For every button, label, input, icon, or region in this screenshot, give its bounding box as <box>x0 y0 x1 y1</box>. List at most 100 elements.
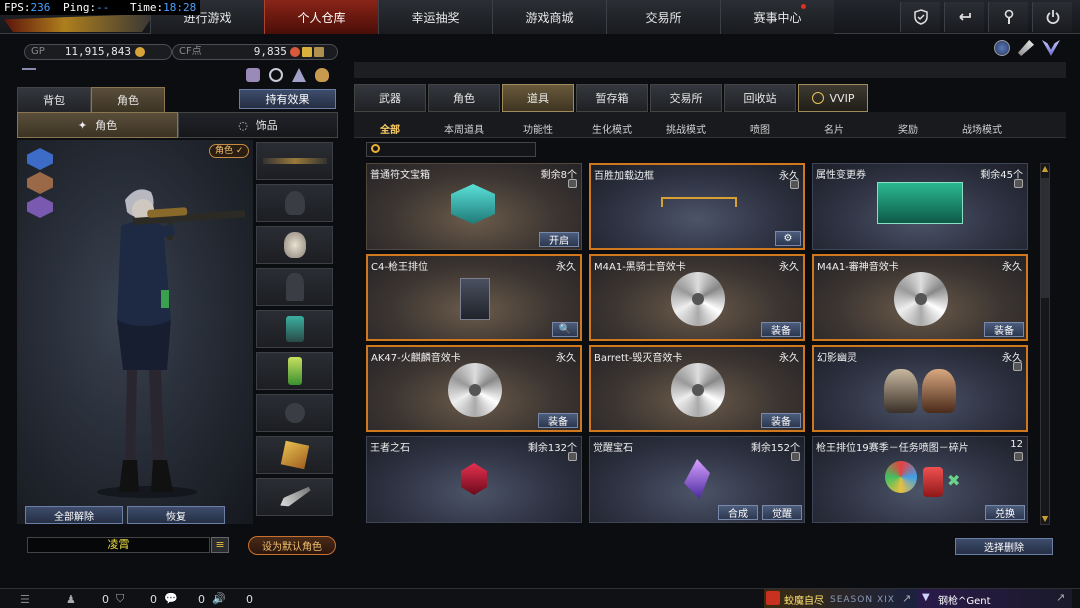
equip-button[interactable]: 装备 <box>761 413 801 428</box>
awaken-button[interactable]: 觉醒 <box>762 505 802 520</box>
filter-weekly[interactable]: 本周道具 <box>432 118 496 138</box>
item-card[interactable]: 幻影幽灵 永久 <box>812 345 1028 432</box>
item-card[interactable]: C4-枪王排位 永久 🔍 <box>366 254 582 341</box>
power-icon[interactable] <box>1032 2 1072 32</box>
slot-primary-weapon[interactable] <box>256 142 333 180</box>
lock-icon[interactable] <box>1014 452 1023 461</box>
filter-all[interactable]: 全部 <box>360 118 420 138</box>
rotate-icon[interactable] <box>269 68 283 82</box>
equip-button[interactable]: 装备 <box>761 322 801 337</box>
category-tab-vvip[interactable]: VVIP <box>798 84 868 112</box>
nav-tab-inventory[interactable]: 个人仓库 <box>264 0 378 34</box>
expand-icon[interactable]: ↗ <box>1056 591 1065 604</box>
subtab-accessory[interactable]: ◌ 饰品 <box>178 112 338 138</box>
item-card[interactable]: AK47-火麒麟音效卡 永久 装备 <box>366 345 582 432</box>
item-card[interactable]: 枪王排位19赛季－任务喷图－碎片 12 ✖ 兑换 <box>812 436 1028 523</box>
nav-tab-events[interactable]: 赛事中心 <box>720 0 834 34</box>
tab-backpack[interactable]: 背包 <box>17 87 91 113</box>
search-input[interactable] <box>366 142 536 157</box>
subtab-character[interactable]: ✦ 角色 <box>17 112 178 138</box>
expand-icon[interactable]: ↗ <box>902 592 911 605</box>
brush-icon[interactable] <box>1018 40 1034 56</box>
lock-icon[interactable] <box>790 180 799 189</box>
globe-icon[interactable] <box>994 40 1010 56</box>
category-tab-characters[interactable]: 角色 <box>428 84 500 112</box>
refresh-cf-icon[interactable] <box>313 47 324 57</box>
category-tab-weapons[interactable]: 武器 <box>354 84 426 112</box>
lock-icon[interactable] <box>791 452 800 461</box>
lock-icon[interactable] <box>1013 362 1022 371</box>
lock-icon[interactable] <box>1014 179 1023 188</box>
purple-emblem-icon[interactable] <box>27 196 53 218</box>
character-preview[interactable]: 角色 ✓ <box>17 140 253 524</box>
lock-icon[interactable] <box>568 452 577 461</box>
item-card[interactable]: M4A1-黑骑士音效卡 永久 装备 <box>589 254 805 341</box>
lock-icon[interactable] <box>568 179 577 188</box>
slot-drink[interactable] <box>256 352 333 390</box>
unequip-all-button[interactable]: 全部解除 <box>25 506 123 524</box>
scroll-thumb[interactable] <box>1041 178 1049 298</box>
item-card[interactable]: 百胜加载边框 永久 ⚙ <box>589 163 805 250</box>
filter-battlefield[interactable]: 战场模式 <box>950 118 1014 138</box>
item-card[interactable]: 普通符文宝箱 剩余8个 开启 <box>366 163 582 250</box>
brown-emblem-icon[interactable] <box>27 172 53 194</box>
filter-zombie[interactable]: 生化模式 <box>580 118 644 138</box>
scroll-up-icon[interactable] <box>1041 166 1049 172</box>
filter-challenge[interactable]: 挑战模式 <box>654 118 718 138</box>
nav-tab-shop[interactable]: 游戏商城 <box>492 0 606 34</box>
slot-mask[interactable] <box>256 226 333 264</box>
add-cf-icon[interactable] <box>301 47 312 57</box>
item-card[interactable]: Barrett-毁灭音效卡 永久 装备 <box>589 345 805 432</box>
category-tab-items[interactable]: 道具 <box>502 84 574 112</box>
item-card[interactable]: 觉醒宝石 剩余152个 合成 觉醒 <box>589 436 805 523</box>
scroll-down-icon[interactable] <box>1041 516 1049 522</box>
redeem-button[interactable]: 兑换 <box>985 505 1025 520</box>
category-tab-exchange[interactable]: 交易所 <box>650 84 722 112</box>
item-card[interactable]: M4A1-審神音效卡 永久 装备 <box>812 254 1028 341</box>
category-tab-recycle[interactable]: 回收站 <box>724 84 796 112</box>
filter-spray[interactable]: 喷图 <box>728 118 792 138</box>
wrench-icon[interactable] <box>988 2 1028 32</box>
players-icon: ♟ <box>66 593 76 606</box>
scrollbar[interactable] <box>1040 163 1050 525</box>
notification-ticker[interactable]: 蛟魔自尽 SEASON XIX <box>764 589 920 608</box>
equip-button[interactable]: 装备 <box>538 413 578 428</box>
settings-button[interactable]: ⚙ <box>775 231 801 246</box>
filter-functional[interactable]: 功能性 <box>506 118 570 138</box>
restore-button[interactable]: 恢复 <box>127 506 225 524</box>
helmet-placeholder-icon <box>284 191 305 215</box>
filter-namecard[interactable]: 名片 <box>802 118 866 138</box>
slot-knife[interactable] <box>256 478 333 516</box>
slot-empty-grenade[interactable] <box>256 394 333 432</box>
filter-reward[interactable]: 奖励 <box>876 118 940 138</box>
item-card[interactable]: 属性变更券 剩余45个 <box>812 163 1028 250</box>
return-icon[interactable] <box>944 2 984 32</box>
tab-character[interactable]: 角色 <box>91 87 165 113</box>
bag-icon[interactable] <box>315 68 329 82</box>
held-effects-button[interactable]: 持有效果 <box>239 89 336 109</box>
cf-coin-icon <box>289 47 300 57</box>
menu-list-icon[interactable]: ☰ <box>20 593 30 606</box>
synthesize-button[interactable]: 合成 <box>718 505 758 520</box>
item-card[interactable]: 王者之石 剩余132个 <box>366 436 582 523</box>
shield-icon[interactable] <box>900 2 940 32</box>
wardrobe-icon[interactable] <box>246 68 260 82</box>
open-button[interactable]: 开启 <box>539 232 579 247</box>
slot-backpack[interactable] <box>256 310 333 348</box>
blue-emblem-icon[interactable] <box>27 148 53 170</box>
inspect-button[interactable]: 🔍 <box>551 322 578 337</box>
category-tab-storage[interactable]: 暂存箱 <box>576 84 648 112</box>
nav-tab-exchange[interactable]: 交易所 <box>606 0 720 34</box>
second-ticker[interactable]: ▼ 钢枪^Gent ↗ <box>918 589 1072 608</box>
slot-empty-head[interactable] <box>256 184 333 222</box>
list-icon[interactable]: ≡ <box>211 537 229 553</box>
pose-icon[interactable] <box>292 68 306 82</box>
sound-card-disc-icon <box>671 363 725 417</box>
equip-button[interactable]: 装备 <box>984 322 1024 337</box>
nav-tab-lottery[interactable]: 幸运抽奖 <box>378 0 492 34</box>
slot-empty-body[interactable] <box>256 268 333 306</box>
set-default-character-button[interactable]: 设为默认角色 <box>248 536 336 555</box>
slot-box[interactable] <box>256 436 333 474</box>
vip-wing-icon[interactable] <box>1042 40 1060 56</box>
select-delete-button[interactable]: 选择删除 <box>955 538 1053 555</box>
